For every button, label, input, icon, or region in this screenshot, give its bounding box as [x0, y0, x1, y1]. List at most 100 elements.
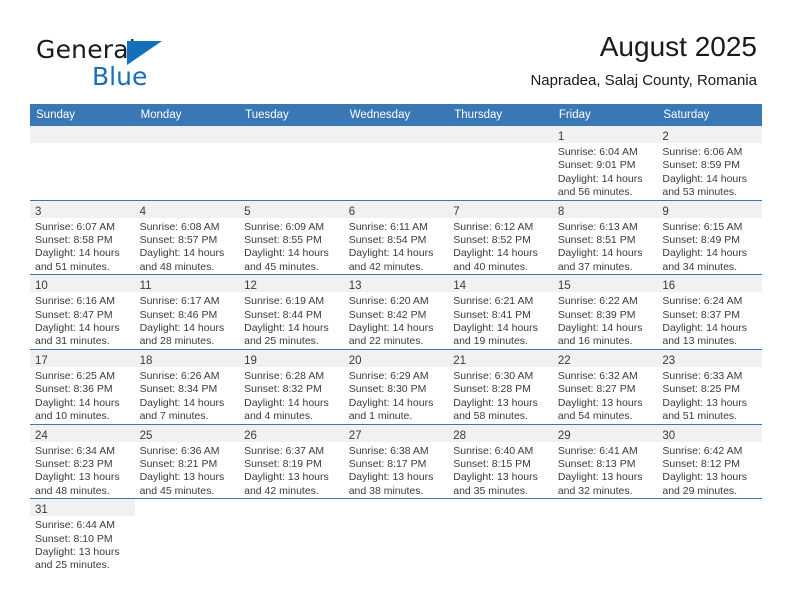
calendar-week-row: 17 Sunrise: 6:25 AM Sunset: 8:36 PM Dayligh…	[30, 349, 762, 425]
calendar-day-cell[interactable]: 11 Sunrise: 6:17 AM Sunset: 8:46 PM Dayligh…	[134, 274, 240, 350]
day-number: 22	[557, 354, 571, 367]
sun-info-block	[239, 516, 344, 519]
sunset-text: Sunset: 8:36 PM	[35, 383, 113, 396]
daylight-text-cont: and 51 minutes.	[35, 260, 110, 273]
sunset-text: Sunset: 8:57 PM	[139, 234, 218, 247]
day-number-band: 5	[239, 200, 344, 218]
sun-info-block: Sunrise: 6:29 AM Sunset: 8:30 PM Daylight:…	[344, 367, 449, 424]
daylight-text: Daylight: 14 hours	[244, 322, 329, 335]
sunset-text: Sunset: 8:13 PM	[557, 457, 636, 470]
day-cell-content	[344, 499, 449, 579]
calendar-day-cell[interactable]: 31 Sunrise: 6:44 AM Sunset: 8:10 PM Dayligh…	[30, 498, 135, 579]
day-cell-content: 17 Sunrise: 6:25 AM Sunset: 8:36 PM Dayligh…	[30, 349, 135, 424]
sunrise-text: Sunrise: 6:44 AM	[35, 519, 115, 532]
calendar-day-cell[interactable]: 12 Sunrise: 6:19 AM Sunset: 8:44 PM Dayligh…	[239, 274, 344, 350]
day-cell-content: 4 Sunrise: 6:08 AM Sunset: 8:57 PM Daylight…	[134, 200, 240, 275]
day-number: 17	[35, 354, 48, 367]
day-number-band: 2	[657, 126, 762, 143]
calendar-day-cell[interactable]: 1 Sunrise: 6:04 AM Sunset: 9:01 PM Daylight…	[552, 126, 658, 201]
daylight-text-cont: and 25 minutes.	[244, 335, 319, 348]
day-number: 4	[139, 205, 146, 218]
day-number: 7	[453, 205, 460, 218]
calendar-day-cell[interactable]: 2 Sunrise: 6:06 AM Sunset: 8:59 PM Daylight…	[657, 126, 762, 201]
sunrise-text: Sunrise: 6:32 AM	[557, 369, 638, 382]
sun-info-block: Sunrise: 6:41 AM Sunset: 8:13 PM Daylight:…	[553, 442, 658, 499]
calendar-day-cell[interactable]: 16 Sunrise: 6:24 AM Sunset: 8:37 PM Dayligh…	[657, 274, 762, 350]
weekday-header-friday: Friday	[552, 104, 658, 126]
weekday-header-row: Sunday Monday Tuesday Wednesday Thursday…	[30, 104, 762, 126]
daylight-text: Daylight: 13 hours	[35, 545, 120, 558]
sunset-text: Sunset: 8:58 PM	[35, 234, 113, 247]
day-cell-content	[134, 126, 240, 200]
sunset-text: Sunset: 8:10 PM	[35, 532, 113, 545]
calendar-day-cell[interactable]: 8 Sunrise: 6:13 AM Sunset: 8:51 PM Daylight…	[552, 200, 658, 276]
calendar-day-cell[interactable]: 13 Sunrise: 6:20 AM Sunset: 8:42 PM Dayligh…	[343, 274, 449, 350]
day-number-band: 17	[30, 349, 135, 367]
calendar-day-cell[interactable]: 27 Sunrise: 6:38 AM Sunset: 8:17 PM Dayligh…	[343, 424, 449, 500]
daylight-text: Daylight: 13 hours	[348, 471, 434, 484]
calendar-day-cell[interactable]: 20 Sunrise: 6:29 AM Sunset: 8:30 PM Dayligh…	[343, 349, 449, 425]
calendar-day-cell[interactable]: 25 Sunrise: 6:36 AM Sunset: 8:21 PM Dayligh…	[134, 424, 240, 500]
calendar-day-cell[interactable]: 5 Sunrise: 6:09 AM Sunset: 8:55 PM Daylight…	[239, 200, 344, 276]
calendar-day-cell	[134, 498, 240, 579]
calendar-day-cell	[343, 126, 449, 201]
calendar-day-cell[interactable]: 22 Sunrise: 6:32 AM Sunset: 8:27 PM Dayligh…	[552, 349, 658, 425]
day-cell-content: 2 Sunrise: 6:06 AM Sunset: 8:59 PM Daylight…	[657, 126, 762, 200]
sunset-text: Sunset: 8:44 PM	[244, 308, 322, 321]
sun-info-block	[448, 516, 553, 519]
daylight-text-cont: and 32 minutes.	[557, 484, 633, 497]
calendar-day-cell[interactable]: 28 Sunrise: 6:40 AM Sunset: 8:15 PM Dayligh…	[448, 424, 553, 500]
calendar-day-cell[interactable]: 17 Sunrise: 6:25 AM Sunset: 8:36 PM Dayligh…	[30, 349, 135, 425]
day-number-band: 3	[30, 200, 135, 218]
sunrise-text: Sunrise: 6:28 AM	[244, 369, 325, 382]
day-cell-content: 31 Sunrise: 6:44 AM Sunset: 8:10 PM Dayligh…	[30, 499, 135, 579]
sunset-text: Sunset: 8:52 PM	[453, 234, 531, 247]
sunset-text: Sunset: 8:23 PM	[35, 457, 113, 470]
calendar-day-cell[interactable]: 19 Sunrise: 6:28 AM Sunset: 8:32 PM Dayligh…	[239, 349, 344, 425]
day-cell-content	[448, 126, 553, 200]
daylight-text: Daylight: 13 hours	[557, 471, 643, 484]
calendar-day-cell[interactable]: 26 Sunrise: 6:37 AM Sunset: 8:19 PM Dayligh…	[239, 424, 344, 500]
sun-info-block: Sunrise: 6:30 AM Sunset: 8:28 PM Daylight:…	[448, 367, 553, 424]
calendar-day-cell[interactable]: 10 Sunrise: 6:16 AM Sunset: 8:47 PM Dayligh…	[30, 274, 135, 350]
day-cell-content: 7 Sunrise: 6:12 AM Sunset: 8:52 PM Daylight…	[448, 200, 553, 275]
calendar-day-cell[interactable]: 24 Sunrise: 6:34 AM Sunset: 8:23 PM Dayligh…	[30, 424, 135, 500]
daylight-text-cont: and 56 minutes.	[557, 186, 633, 199]
calendar-day-cell[interactable]: 30 Sunrise: 6:42 AM Sunset: 8:12 PM Dayligh…	[657, 424, 762, 500]
day-number: 3	[35, 205, 42, 218]
calendar-day-cell[interactable]: 4 Sunrise: 6:08 AM Sunset: 8:57 PM Daylight…	[134, 200, 240, 276]
sun-info-block: Sunrise: 6:33 AM Sunset: 8:25 PM Daylight:…	[657, 367, 762, 424]
day-cell-content: 23 Sunrise: 6:33 AM Sunset: 8:25 PM Dayligh…	[657, 349, 762, 424]
daylight-text: Daylight: 14 hours	[244, 396, 329, 409]
daylight-text-cont: and 31 minutes.	[35, 335, 110, 348]
day-cell-content: 26 Sunrise: 6:37 AM Sunset: 8:19 PM Dayligh…	[239, 424, 344, 499]
calendar-day-cell[interactable]: 9 Sunrise: 6:15 AM Sunset: 8:49 PM Daylight…	[657, 200, 762, 276]
calendar-day-cell[interactable]: 6 Sunrise: 6:11 AM Sunset: 8:54 PM Daylight…	[343, 200, 449, 276]
calendar-day-cell[interactable]: 3 Sunrise: 6:07 AM Sunset: 8:58 PM Daylight…	[30, 200, 135, 276]
sun-info-block: Sunrise: 6:21 AM Sunset: 8:41 PM Daylight:…	[448, 292, 553, 349]
calendar-day-cell[interactable]: 23 Sunrise: 6:33 AM Sunset: 8:25 PM Dayligh…	[657, 349, 762, 425]
day-cell-content: 22 Sunrise: 6:32 AM Sunset: 8:27 PM Dayligh…	[552, 349, 658, 424]
sun-info-block	[448, 143, 553, 146]
sun-info-block: Sunrise: 6:12 AM Sunset: 8:52 PM Daylight:…	[448, 218, 553, 275]
day-number: 9	[662, 205, 669, 218]
calendar-day-cell[interactable]: 15 Sunrise: 6:22 AM Sunset: 8:39 PM Dayligh…	[552, 274, 658, 350]
daylight-text: Daylight: 14 hours	[557, 322, 643, 335]
day-number-band: 14	[448, 275, 553, 293]
weekday-header-sunday: Sunday	[30, 104, 135, 126]
day-number-band: 27	[343, 424, 449, 442]
daylight-text-cont: and 10 minutes.	[35, 410, 110, 423]
sunrise-text: Sunrise: 6:06 AM	[662, 146, 743, 158]
sunrise-text: Sunrise: 6:13 AM	[557, 220, 638, 233]
day-number-band: 12	[239, 275, 344, 293]
calendar-day-cell[interactable]: 18 Sunrise: 6:26 AM Sunset: 8:34 PM Dayligh…	[134, 349, 240, 425]
sunrise-text: Sunrise: 6:22 AM	[557, 295, 638, 308]
calendar-day-cell[interactable]: 29 Sunrise: 6:41 AM Sunset: 8:13 PM Dayligh…	[552, 424, 658, 500]
calendar-day-cell[interactable]: 7 Sunrise: 6:12 AM Sunset: 8:52 PM Daylight…	[448, 200, 553, 276]
daylight-text-cont: and 54 minutes.	[557, 410, 633, 423]
day-number-band: 21	[448, 349, 553, 367]
sun-info-block: Sunrise: 6:28 AM Sunset: 8:32 PM Daylight:…	[239, 367, 344, 424]
sun-info-block	[135, 143, 240, 146]
calendar-day-cell[interactable]: 21 Sunrise: 6:30 AM Sunset: 8:28 PM Dayligh…	[448, 349, 553, 425]
calendar-day-cell[interactable]: 14 Sunrise: 6:21 AM Sunset: 8:41 PM Dayligh…	[448, 274, 553, 350]
